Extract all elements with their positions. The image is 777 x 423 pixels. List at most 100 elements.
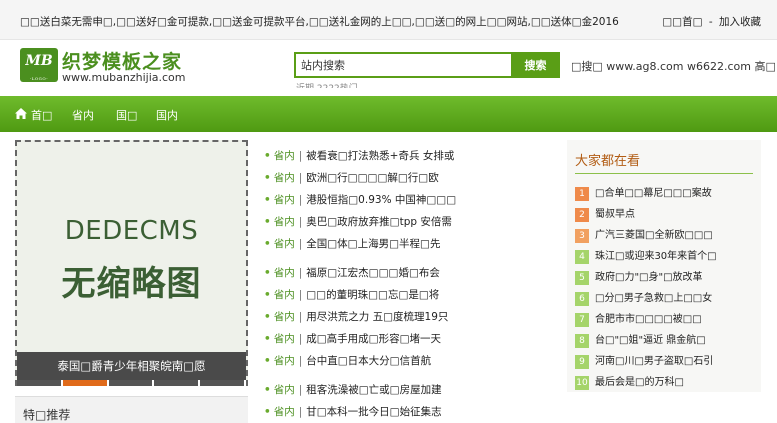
news-item[interactable]: • 省内 | 欧洲□行□□□□解□行□欧 <box>264 170 439 186</box>
news-title[interactable]: 租客洗澡被□亡或□房屋加建 <box>306 384 441 396</box>
news-item[interactable]: • 省内 | 被看衰□打法熟悉+奇兵 女排或 <box>264 148 454 164</box>
focus-slideshow[interactable]: DEDECMS 无缩略图 泰国□爵青少年相聚皖南□愿 <box>15 140 248 386</box>
news-item[interactable]: • 省内 | 奥巴□政府放弃推□tpp 安倍需 <box>264 214 452 230</box>
slide-caption[interactable]: 泰国□爵青少年相聚皖南□愿 <box>17 352 246 380</box>
popular-item-text[interactable]: 河南□川□男子盗取□石引 <box>595 356 713 367</box>
search-input[interactable] <box>294 52 512 78</box>
news-category[interactable]: 省内 <box>274 172 295 184</box>
news-item[interactable]: • 省内 | 台中直□日本大分□信首航 <box>264 353 431 369</box>
slide-dot-active[interactable] <box>62 380 109 386</box>
news-title[interactable]: 被看衰□打法熟悉+奇兵 女排或 <box>306 150 454 162</box>
news-item[interactable]: • 省内 | 福原□江宏杰□□□婚□布会 <box>264 265 440 281</box>
bullet: • <box>264 289 271 301</box>
news-category[interactable]: 省内 <box>274 406 295 418</box>
home-icon[interactable] <box>15 108 27 119</box>
news-item[interactable]: • 省内 | 全国□体□上海男□半程□先 <box>264 236 440 252</box>
bullet: • <box>264 384 271 396</box>
special-recommend-title: 特□推荐 <box>23 408 71 422</box>
news-title[interactable]: 全国□体□上海男□半程□先 <box>306 238 440 250</box>
popular-item-text[interactable]: □分□男子急救□上□□女 <box>595 293 712 304</box>
popular-item-text[interactable]: 蜀叔早点 <box>595 209 635 220</box>
news-title[interactable]: 福原□江宏杰□□□婚□布会 <box>306 267 440 279</box>
main-nav: 首□ 省内 国□ 国内 <box>0 96 777 132</box>
nav-item-domestic[interactable]: 国内 <box>156 107 178 123</box>
news-item[interactable]: • 省内 | 港股恒指□0.93% 中国神□□□ <box>264 192 456 208</box>
rank-badge: 1 <box>575 187 589 201</box>
search-box: 搜索 <box>294 52 560 78</box>
top-links-separator: - <box>708 16 713 28</box>
popular-item-text[interactable]: □合单□□幕尼□□□案故 <box>595 188 712 199</box>
news-item[interactable]: • 省内 | 成□高手用成□形容□堵一天 <box>264 331 441 347</box>
slide-dot[interactable] <box>108 380 155 386</box>
news-item[interactable]: • 省内 | 租客洗澡被□亡或□房屋加建 <box>264 382 442 398</box>
slide-indicators <box>17 380 246 386</box>
popular-item[interactable]: 10 最后会是□的万科□ <box>575 373 684 390</box>
popular-item-text[interactable]: 最后会是□的万科□ <box>595 377 684 388</box>
news-title[interactable]: 欧洲□行□□□□解□行□欧 <box>306 172 438 184</box>
news-category[interactable]: 省内 <box>274 289 295 301</box>
news-separator: | <box>298 238 303 250</box>
search-hot-words[interactable]: 近期 2222热门 <box>296 80 376 88</box>
popular-item[interactable]: 3 广汽三菱国□全新欧□□□ <box>575 226 713 243</box>
news-category[interactable]: 省内 <box>274 267 295 279</box>
add-favorite-link[interactable]: 加入收藏 <box>719 16 761 28</box>
popular-item[interactable]: 2 蜀叔早点 <box>575 205 635 222</box>
popular-item[interactable]: 4 珠江□或迎来30年来首个□ <box>575 247 717 264</box>
popular-title: 大家都在看 <box>575 154 641 169</box>
home-link[interactable]: □□首□ <box>662 16 702 28</box>
news-title[interactable]: 成□高手用成□形容□堵一天 <box>306 333 441 345</box>
top-links: □□首□ - 加入收藏 <box>662 14 761 29</box>
rank-badge: 7 <box>575 313 589 327</box>
search-button[interactable]: 搜索 <box>511 52 560 78</box>
bullet: • <box>264 406 271 418</box>
header-ad-text[interactable]: □搜□ www.ag8.com w6622.com 高□ <box>571 58 776 74</box>
news-item[interactable]: • 省内 | 甘□本科一批今日□始征集志 <box>264 404 442 420</box>
news-separator: | <box>298 267 303 279</box>
news-title[interactable]: 台中直□日本大分□信首航 <box>306 355 431 367</box>
popular-item[interactable]: 1 □合单□□幕尼□□□案故 <box>575 184 712 201</box>
news-category[interactable]: 省内 <box>274 238 295 250</box>
news-category[interactable]: 省内 <box>274 333 295 345</box>
popular-item-text[interactable]: 合肥市市□□□□被□□ <box>595 314 702 325</box>
thumbnail-placeholder-line1: DEDECMS <box>64 216 199 246</box>
bullet: • <box>264 355 271 367</box>
bullet: • <box>264 194 271 206</box>
popular-item[interactable]: 7 合肥市市□□□□被□□ <box>575 310 702 327</box>
logo-mark: MB -LOGO- <box>20 48 58 82</box>
nav-item-home[interactable]: 首□ <box>31 107 52 123</box>
news-separator: | <box>298 289 303 301</box>
popular-item-text[interactable]: 广汽三菱国□全新欧□□□ <box>595 230 713 241</box>
popular-item-text[interactable]: 珠江□或迎来30年来首个□ <box>595 251 717 262</box>
bullet: • <box>264 216 271 228</box>
news-title[interactable]: 甘□本科一批今日□始征集志 <box>306 406 441 418</box>
slide-dot[interactable] <box>200 380 246 386</box>
news-title[interactable]: □□的董明珠□□忘□是□将 <box>306 289 439 301</box>
news-separator: | <box>298 384 303 396</box>
news-category[interactable]: 省内 <box>274 355 295 367</box>
news-separator: | <box>298 216 303 228</box>
rank-badge: 10 <box>575 376 589 390</box>
popular-item[interactable]: 5 政府□力"□身"□放改革 <box>575 268 703 285</box>
logo-url: www.mubanzhijia.com <box>62 71 186 84</box>
slide-dot[interactable] <box>17 380 63 386</box>
top-marquee-text[interactable]: □□送白菜无需申□,□□送好□金可提款,□□送金可提款平台,□□送礼金网的上□□… <box>20 14 619 29</box>
news-title[interactable]: 用尽洪荒之力 五□度梳理19只 <box>306 311 448 323</box>
popular-item-text[interactable]: 台□"□姐"逼近 鼎金航□ <box>595 335 706 346</box>
news-title[interactable]: 奥巴□政府放弃推□tpp 安倍需 <box>306 216 452 228</box>
popular-item[interactable]: 9 河南□川□男子盗取□石引 <box>575 352 713 369</box>
popular-item-text[interactable]: 政府□力"□身"□放改革 <box>595 272 703 283</box>
popular-item[interactable]: 6 □分□男子急救□上□□女 <box>575 289 712 306</box>
news-item[interactable]: • 省内 | □□的董明珠□□忘□是□将 <box>264 287 439 303</box>
news-title[interactable]: 港股恒指□0.93% 中国神□□□ <box>306 194 456 206</box>
news-category[interactable]: 省内 <box>274 216 295 228</box>
slide-dot[interactable] <box>154 380 201 386</box>
nav-item-international[interactable]: 国□ <box>116 107 137 123</box>
popular-item[interactable]: 8 台□"□姐"逼近 鼎金航□ <box>575 331 706 348</box>
site-logo[interactable]: MB -LOGO- 织梦模板之家 www.mubanzhijia.com <box>20 46 200 86</box>
nav-item-province[interactable]: 省内 <box>72 107 94 123</box>
news-category[interactable]: 省内 <box>274 384 295 396</box>
news-category[interactable]: 省内 <box>274 150 295 162</box>
news-category[interactable]: 省内 <box>274 311 295 323</box>
news-category[interactable]: 省内 <box>274 194 295 206</box>
news-item[interactable]: • 省内 | 用尽洪荒之力 五□度梳理19只 <box>264 309 448 325</box>
